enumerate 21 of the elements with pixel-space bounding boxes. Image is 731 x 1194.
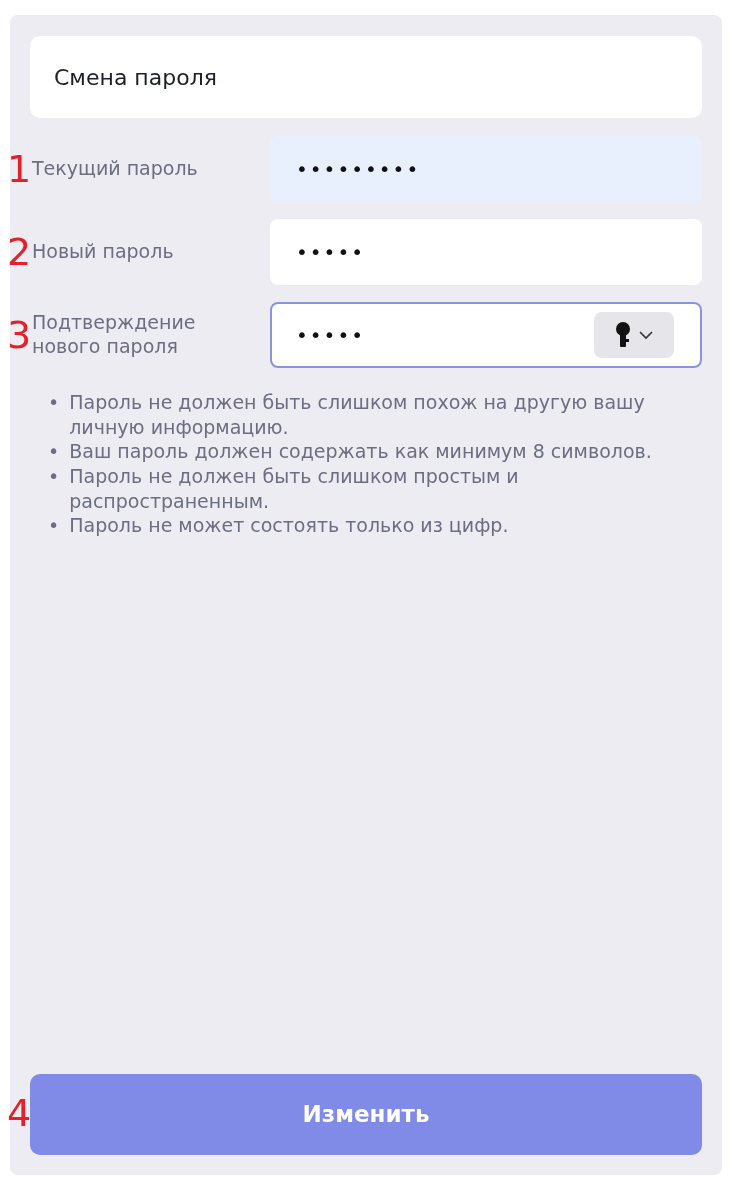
annotation-number: 1 [7,150,32,188]
field-label: Новый пароль [31,240,175,264]
key-icon [614,322,632,348]
password-field[interactable]: ••••••••• [270,136,702,202]
hint-text: Пароль не должен быть слишком простым и распространенным. [69,464,520,514]
page-title: Смена пароля [30,36,702,118]
chevron-down-icon [638,330,654,340]
password-manager-button[interactable] [594,312,674,358]
annotation-number: 2 [7,233,32,271]
bullet-mark: • [48,390,60,415]
annotation-number: 4 [7,1094,32,1132]
bullet-mark: • [48,439,60,465]
bullet-mark: • [48,464,60,490]
hint-text: Ваш пароль должен содержать как минимум 8 символов. [69,439,652,465]
password-field[interactable]: ••••• [270,219,702,285]
field-label: Подтверждение нового пароля [31,311,197,359]
hint-text: Пароль не должен быть слишком похож на другую вашу личную информацию. [69,390,646,440]
annotation-number: 3 [7,316,32,354]
hint-text: Пароль не может состоять только из цифр. [69,513,509,539]
field-label: Текущий пароль [31,157,199,181]
bullet-mark: • [48,513,60,539]
